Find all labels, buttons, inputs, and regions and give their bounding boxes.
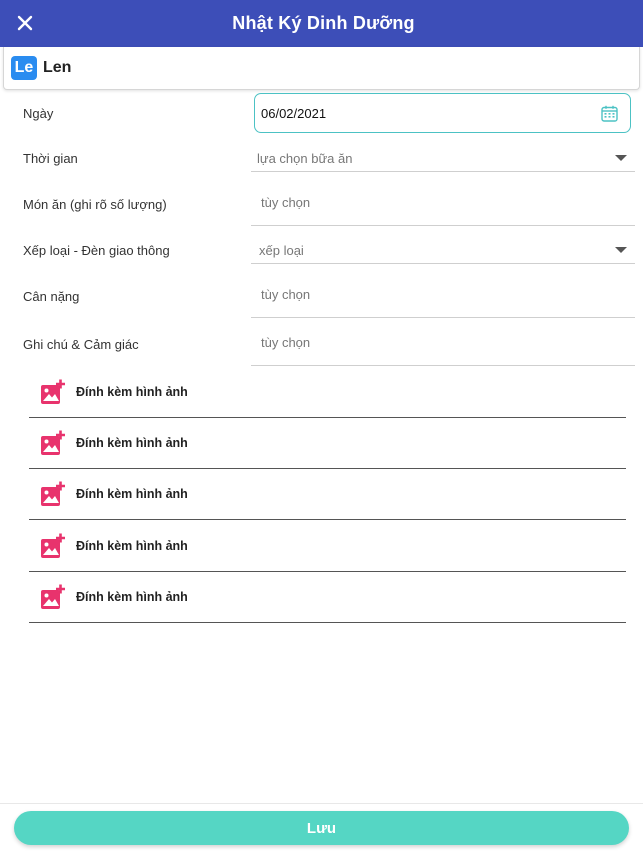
save-button[interactable]: Lưu	[14, 811, 629, 845]
add-photo-icon	[41, 584, 65, 609]
attach-image-button[interactable]: Đính kèm hình ảnh	[29, 572, 626, 623]
weight-input-placeholder: tùy chọn	[261, 287, 311, 302]
chevron-down-icon	[615, 155, 627, 161]
date-field[interactable]: 06/02/2021	[254, 93, 631, 133]
time-select-placeholder: lựa chọn bữa ăn	[257, 151, 353, 166]
notes-input-placeholder: tùy chọn	[261, 335, 311, 350]
attach-image-label: Đính kèm hình ảnh	[76, 487, 188, 501]
add-photo-icon	[41, 481, 65, 506]
calendar-icon[interactable]	[601, 105, 618, 125]
add-photo-icon	[41, 430, 65, 455]
attach-image-label: Đính kèm hình ảnh	[76, 590, 188, 604]
notes-label: Ghi chú & Cảm giác	[23, 337, 139, 352]
notes-input[interactable]: tùy chọn	[251, 320, 635, 366]
attach-image-label: Đính kèm hình ảnh	[76, 436, 188, 450]
attach-image-button[interactable]: Đính kèm hình ảnh	[29, 367, 626, 418]
add-photo-icon	[41, 379, 65, 404]
attach-image-button[interactable]: Đính kèm hình ảnh	[29, 469, 626, 520]
weight-label: Cân nặng	[23, 289, 80, 304]
avatar: Le	[11, 56, 37, 80]
page-title: Nhật Ký Dinh Dưỡng	[232, 13, 415, 33]
attach-image-label: Đính kèm hình ảnh	[76, 385, 188, 399]
food-input-placeholder: tùy chọn	[261, 195, 311, 210]
footer-divider	[0, 803, 643, 804]
add-photo-icon	[41, 533, 65, 558]
close-button[interactable]	[12, 10, 38, 36]
date-value: 06/02/2021	[261, 105, 327, 121]
attach-image-button[interactable]: Đính kèm hình ảnh	[29, 521, 626, 572]
weight-input[interactable]: tùy chọn	[251, 272, 635, 318]
close-icon[interactable]	[17, 15, 33, 31]
attach-image-button[interactable]: Đính kèm hình ảnh	[29, 418, 626, 469]
app-header: Nhật Ký Dinh Dưỡng	[0, 0, 643, 47]
time-select[interactable]: lựa chọn bữa ăn	[251, 144, 635, 172]
rating-label: Xếp loại - Đèn giao thông	[23, 243, 170, 258]
attach-image-label: Đính kèm hình ảnh	[76, 539, 188, 553]
chevron-down-icon	[615, 247, 627, 253]
profile-name: Len	[43, 59, 72, 76]
time-label: Thời gian	[23, 151, 78, 166]
rating-select-placeholder: xếp loại	[259, 243, 304, 258]
date-label: Ngày	[23, 106, 54, 121]
profile-card: Le Len	[3, 47, 640, 90]
food-input[interactable]: tùy chọn	[251, 180, 635, 226]
food-label: Món ăn (ghi rõ số lượng)	[23, 197, 167, 212]
rating-select[interactable]: xếp loại	[251, 236, 635, 264]
